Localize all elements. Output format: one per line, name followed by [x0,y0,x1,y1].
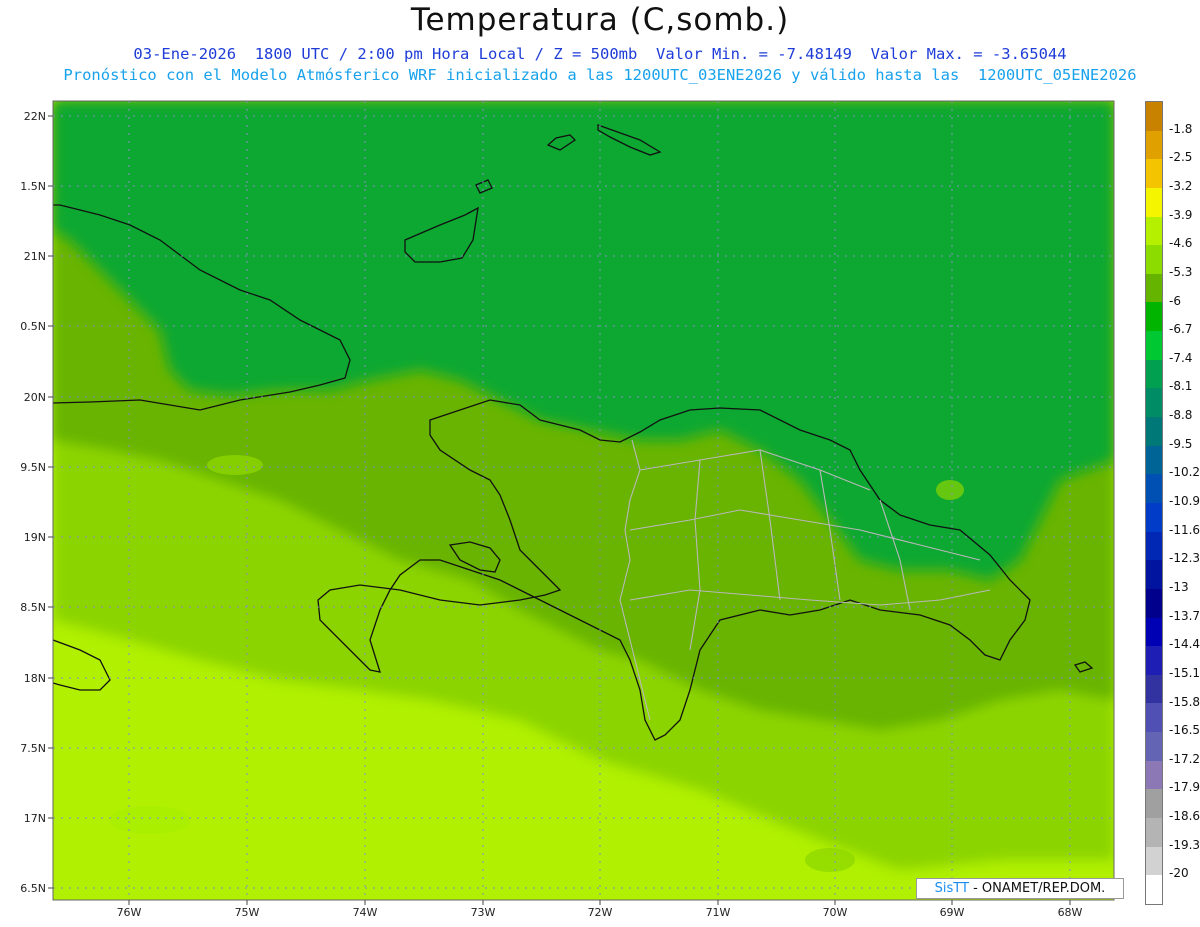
colorbar-tick-label: -8.1 [1169,379,1193,394]
colorbar-tick-label: -6.7 [1169,322,1193,337]
lat-tick-label: 22N [24,110,46,123]
colorbar-tick-label: -6 [1169,293,1181,308]
colorbar-swatch [1146,445,1162,475]
colorbar-swatch [1146,703,1162,733]
shaded-field [53,101,1114,900]
colorbar-tick-label: -10.9 [1169,494,1200,508]
colorbar-tick-label: -3.2 [1169,178,1193,193]
lat-tick-label: 8.5N [20,601,46,614]
temperature-map: 22N 1.5N 21N 0.5N 20N 9.5N 19N 8.5N 18N 7.5N 17N 6.… [20,100,1115,919]
colorbar-swatch [1146,560,1162,589]
colorbar-swatch [1146,617,1162,647]
colorbar-swatch [1146,130,1162,160]
colorbar-tick-label: -7.4 [1169,350,1193,365]
colorbar-swatch [1146,216,1162,246]
colorbar-tick-label: -12.3 [1169,551,1200,566]
colorbar-swatch [1146,187,1162,217]
colorbar-tick-label: -9.5 [1169,436,1193,451]
lon-tick-label: 70W [823,906,848,919]
colorbar-swatch [1146,502,1162,532]
lat-tick-label: 17N [24,812,46,825]
colorbar-swatch [1146,159,1162,188]
colorbar-tick-label: -19.3 [1169,837,1200,852]
colorbar-swatch [1146,732,1162,761]
colorbar-tick-label: -2.5 [1169,150,1193,165]
latitude-axis: 22N 1.5N 21N 0.5N 20N 9.5N 19N 8.5N 18N 7.5N 17N 6.… [20,110,53,895]
colorbar-tick-label: -14.4 [1169,637,1200,652]
colorbar-tick-label: -4.6 [1169,236,1193,251]
lat-tick-label: 7.5N [20,742,46,755]
lat-tick-label: 9.5N [20,461,46,474]
lat-tick-label: 19N [24,531,46,544]
colorbar-swatch [1146,474,1162,503]
lon-tick-label: 75W [235,906,260,919]
colorbar-tick-label: -18.6 [1169,809,1200,824]
colorbar-swatch [1146,102,1162,131]
colorbar-tick-label: -5.3 [1169,264,1193,279]
colorbar-swatch [1146,245,1162,274]
lon-tick-label: 71W [706,906,731,919]
credit-text: - ONAMET/REP.DOM. [973,881,1106,896]
lat-tick-label: 18N [24,672,46,685]
colorbar-swatch [1146,359,1162,389]
lat-tick-label: 21N [24,250,46,263]
colorbar-swatch [1146,674,1162,704]
colorbar-swatch [1146,302,1162,332]
colorbar-tick-label: -15.1 [1169,665,1200,680]
colorbar-swatch [1146,331,1162,360]
colorbar-tick-label: -15.8 [1169,694,1200,709]
colorbar-tick-label: -3.9 [1169,207,1193,222]
lat-tick-label: 6.5N [20,882,46,895]
lon-tick-label: 69W [940,906,965,919]
lon-tick-label: 74W [353,906,378,919]
lon-tick-label: 72W [588,906,613,919]
colorbar-tick-label: -1.8 [1169,121,1193,136]
colorbar-swatch [1146,875,1162,904]
sispi-logo: SisTT [934,881,969,896]
longitude-axis: 76W 75W 74W 73W 72W 71W 70W 69W 68W [117,900,1083,919]
colorbar-swatch [1146,531,1162,561]
colorbar-tick-label: -8.8 [1169,408,1193,423]
colorbar-tick-label: -20 [1169,866,1189,881]
colorbar-swatch [1146,760,1162,790]
lon-tick-label: 76W [117,906,142,919]
colorbar-tick-label: -17.2 [1169,751,1200,766]
colorbar-tick-label: -13.7 [1169,608,1200,623]
colorbar-tick-label: -13 [1169,579,1189,594]
lon-tick-label: 73W [471,906,496,919]
colorbar-swatch [1146,789,1162,819]
credit-box: SisTT - ONAMET/REP.DOM. [916,878,1124,899]
lon-tick-label: 68W [1058,906,1083,919]
colorbar [1145,101,1163,905]
colorbar-tick-label: -17.9 [1169,780,1200,795]
colorbar-tick-label: -10.2 [1169,465,1200,480]
lat-tick-label: 20N [24,391,46,404]
lat-tick-label: 0.5N [20,320,46,333]
colorbar-swatch [1146,273,1162,303]
colorbar-tick-label: -16.5 [1169,723,1200,738]
colorbar-swatch [1146,646,1162,675]
colorbar-tick-label: -11.6 [1169,522,1200,537]
colorbar-swatch [1146,846,1162,876]
colorbar-swatch [1146,588,1162,618]
colorbar-swatch [1146,417,1162,446]
colorbar-swatch [1146,818,1162,847]
lat-tick-label: 1.5N [20,180,46,193]
colorbar-swatch [1146,388,1162,418]
